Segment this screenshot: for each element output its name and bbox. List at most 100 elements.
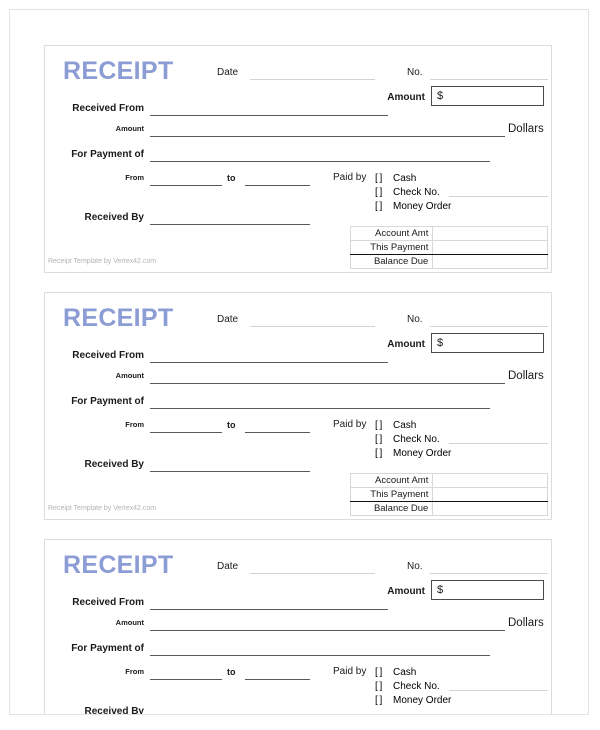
checkbox-cash[interactable]: [ ] — [375, 420, 382, 431]
received-from-label: Received From — [72, 103, 144, 114]
payment-method-label-check: Check No. — [393, 434, 440, 445]
paid-by-label: Paid by — [333, 172, 367, 183]
receipt-number-input[interactable] — [430, 79, 548, 80]
totals-key-this-payment: This Payment — [349, 240, 434, 255]
checkbox-cash[interactable]: [ ] — [375, 173, 382, 184]
totals-value-this-payment[interactable] — [432, 240, 548, 255]
checkbox-cash[interactable]: [ ] — [375, 667, 382, 678]
receipt-block: RECEIPT Date No. Received From Amount Do… — [44, 539, 552, 715]
payment-method-label-cash: Cash — [393, 667, 417, 678]
table-row: This Payment — [349, 240, 548, 255]
payment-method-label-money-order: Money Order — [393, 201, 452, 212]
period-from-input[interactable] — [150, 185, 222, 186]
page-title: RECEIPT — [63, 304, 174, 332]
checkbox-money-order[interactable]: [ ] — [375, 448, 382, 459]
check-number-input[interactable] — [449, 443, 548, 444]
for-payment-of-input[interactable] — [150, 408, 490, 409]
table-row: Account Amt — [349, 473, 548, 488]
amount-input-box[interactable]: $ — [431, 333, 544, 353]
template-credit-footer: Receipt Template by Vertex42.com — [48, 258, 157, 265]
currency-symbol: $ — [437, 337, 444, 349]
totals-key-balance-due: Balance Due — [349, 254, 434, 269]
period-to-input[interactable] — [245, 432, 310, 433]
receipt-number-label: No. — [407, 67, 423, 78]
page-title: RECEIPT — [63, 551, 174, 579]
template-credit-footer: Receipt Template by Vertex42.com — [48, 505, 157, 512]
for-payment-of-label: For Payment of — [71, 396, 144, 407]
date-label: Date — [217, 67, 239, 78]
received-from-input[interactable] — [150, 115, 388, 116]
totals-value-balance-due[interactable] — [432, 501, 548, 516]
receipt-number-label: No. — [407, 314, 423, 325]
period-from-input[interactable] — [150, 679, 222, 680]
received-by-label: Received By — [84, 212, 144, 223]
checkbox-check[interactable]: [ ] — [375, 681, 382, 692]
amount-caption: Amount — [387, 586, 425, 597]
date-input[interactable] — [250, 573, 375, 574]
currency-symbol: $ — [437, 584, 444, 596]
table-row: Balance Due — [349, 254, 548, 269]
for-payment-of-input[interactable] — [150, 161, 490, 162]
receipt-block: RECEIPT Date No. Received From Amount Do… — [44, 292, 552, 520]
received-by-label: Received By — [84, 459, 144, 470]
for-payment-of-label: For Payment of — [71, 149, 144, 160]
date-input[interactable] — [250, 79, 375, 80]
receipt-number-label: No. — [407, 561, 423, 572]
payment-method-label-check: Check No. — [393, 187, 440, 198]
received-by-input[interactable] — [150, 224, 310, 225]
receipt-number-input[interactable] — [430, 573, 548, 574]
payment-method-label-cash: Cash — [393, 420, 417, 431]
received-from-input[interactable] — [150, 609, 388, 610]
payment-method-label-money-order: Money Order — [393, 448, 452, 459]
totals-value-account-amt[interactable] — [432, 226, 548, 241]
received-by-label: Received By — [84, 706, 144, 715]
totals-value-account-amt[interactable] — [432, 473, 548, 488]
amount-input-box[interactable]: $ — [431, 580, 544, 600]
checkbox-check[interactable]: [ ] — [375, 187, 382, 198]
period-from-label: From — [125, 667, 144, 676]
date-label: Date — [217, 561, 239, 572]
receipt-block: RECEIPT Date No. Received From Amount Do… — [44, 45, 552, 273]
amount-words-label: Amount — [115, 371, 144, 380]
check-number-input[interactable] — [449, 196, 548, 197]
checkbox-check[interactable]: [ ] — [375, 434, 382, 445]
paid-by-label: Paid by — [333, 666, 367, 677]
date-input[interactable] — [250, 326, 375, 327]
period-to-label: to — [227, 420, 236, 430]
receipt-inner: RECEIPT Date No. Received From Amount Do… — [45, 46, 551, 272]
amount-caption: Amount — [387, 92, 425, 103]
for-payment-of-input[interactable] — [150, 655, 490, 656]
checkbox-money-order[interactable]: [ ] — [375, 201, 382, 212]
date-label: Date — [217, 314, 239, 325]
check-number-input[interactable] — [449, 690, 548, 691]
dollars-label: Dollars — [508, 123, 544, 135]
amount-words-input[interactable] — [150, 383, 505, 384]
table-row: This Payment — [349, 487, 548, 502]
receipt-number-input[interactable] — [430, 326, 548, 327]
payment-method-label-cash: Cash — [393, 173, 417, 184]
receipt-inner: RECEIPT Date No. Received From Amount Do… — [45, 540, 551, 715]
paid-by-label: Paid by — [333, 419, 367, 430]
received-from-label: Received From — [72, 597, 144, 608]
table-row: Account Amt — [349, 226, 548, 241]
received-from-label: Received From — [72, 350, 144, 361]
period-to-label: to — [227, 667, 236, 677]
dollars-label: Dollars — [508, 617, 544, 629]
amount-words-input[interactable] — [150, 630, 505, 631]
period-to-input[interactable] — [245, 679, 310, 680]
amount-words-input[interactable] — [150, 136, 505, 137]
totals-value-this-payment[interactable] — [432, 487, 548, 502]
amount-words-label: Amount — [115, 124, 144, 133]
received-by-input[interactable] — [150, 471, 310, 472]
received-from-input[interactable] — [150, 362, 388, 363]
payment-method-label-check: Check No. — [393, 681, 440, 692]
amount-input-box[interactable]: $ — [431, 86, 544, 106]
period-to-input[interactable] — [245, 185, 310, 186]
period-from-label: From — [125, 420, 144, 429]
checkbox-money-order[interactable]: [ ] — [375, 695, 382, 706]
page-title: RECEIPT — [63, 57, 174, 85]
payment-method-label-money-order: Money Order — [393, 695, 452, 706]
period-from-input[interactable] — [150, 432, 222, 433]
totals-value-balance-due[interactable] — [432, 254, 548, 269]
period-from-label: From — [125, 173, 144, 182]
